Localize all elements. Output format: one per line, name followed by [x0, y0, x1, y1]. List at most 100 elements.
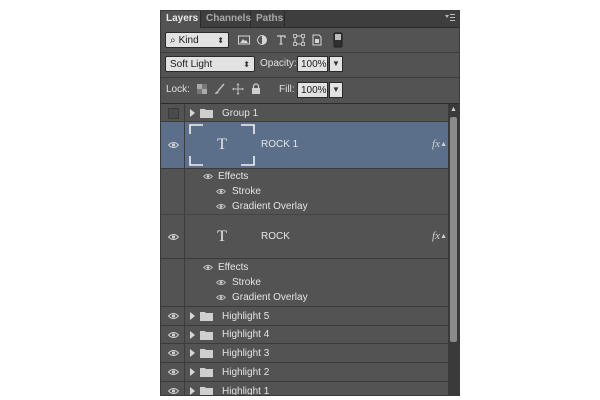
tab-paths[interactable]: Paths [251, 11, 285, 27]
visibility-cell[interactable] [161, 307, 185, 325]
chevron-updown-icon: ⬍ [217, 36, 224, 45]
effects-label: Effects [218, 171, 249, 182]
effect-stroke-row[interactable]: Stroke [185, 184, 448, 200]
eye-icon[interactable] [216, 294, 226, 301]
effects-block-rock-1: Effects Stroke Gradient Overlay [161, 169, 448, 215]
layer-name: ROCK [261, 231, 290, 242]
layer-row-highlight-4[interactable]: Highlight 4 [161, 326, 448, 344]
layer-thumbnail[interactable]: T [189, 124, 255, 166]
kind-label: Kind [178, 35, 199, 46]
lock-label: Lock: [166, 84, 190, 95]
eye-icon[interactable] [216, 203, 226, 210]
fx-icon[interactable]: fx [432, 138, 440, 150]
layer-row-rock[interactable]: T ROCK fx ▲ [161, 215, 448, 259]
fill-slider-button[interactable]: ▼ [329, 82, 343, 98]
visibility-cell[interactable] [161, 122, 185, 168]
blend-mode-dropdown[interactable]: Soft Light ⬍ [165, 56, 255, 72]
expand-triangle-icon[interactable] [190, 109, 195, 117]
image-filter-icon[interactable] [237, 33, 251, 47]
layers-scrollbar[interactable]: ▲ [448, 104, 459, 395]
effects-label: Effects [218, 262, 249, 273]
layer-name: Highlight 2 [222, 367, 270, 378]
layer-name: ROCK 1 [261, 139, 299, 150]
eye-icon[interactable] [168, 141, 179, 149]
chevron-updown-icon: ⬍ [243, 60, 250, 69]
opacity-input[interactable]: 100% [297, 56, 328, 72]
smart-object-filter-icon[interactable] [310, 33, 324, 47]
expand-triangle-icon[interactable] [190, 349, 195, 357]
effect-stroke-row[interactable]: Stroke [185, 275, 448, 291]
visibility-cell[interactable] [161, 344, 185, 362]
adjustment-filter-icon[interactable] [255, 33, 269, 47]
shape-filter-icon[interactable] [292, 33, 306, 47]
eye-icon[interactable] [168, 368, 179, 376]
kind-filter-dropdown[interactable]: ⌕ Kind ⬍ [165, 32, 229, 48]
opacity-label: Opacity: [260, 58, 297, 69]
layer-row-rock-1[interactable]: T ROCK 1 fx ▲ [161, 122, 448, 169]
layer-name: Highlight 3 [222, 348, 270, 359]
tab-layers[interactable]: Layers [161, 11, 201, 28]
blend-mode-value: Soft Light [170, 59, 213, 70]
filter-toggle-icon[interactable] [333, 32, 343, 48]
collapse-effects-icon[interactable]: ▲ [440, 141, 447, 148]
tab-channels[interactable]: Channels [201, 11, 251, 27]
visibility-cell[interactable] [161, 326, 185, 343]
eye-icon[interactable] [216, 279, 226, 286]
effect-gradient-overlay-row[interactable]: Gradient Overlay [185, 290, 448, 306]
filter-row: ⌕ Kind ⬍ [161, 28, 459, 53]
lock-all-icon[interactable] [250, 83, 262, 95]
layer-row-group-1[interactable]: Group 1 [161, 104, 448, 122]
lock-transparent-icon[interactable] [196, 83, 208, 95]
fill-input[interactable]: 100% [297, 82, 328, 98]
effect-name: Gradient Overlay [232, 292, 308, 303]
eye-icon[interactable] [203, 173, 213, 180]
visibility-cell[interactable] [161, 363, 185, 381]
visibility-cell[interactable] [161, 215, 185, 258]
fx-icon[interactable]: fx [432, 230, 440, 242]
visibility-cell[interactable] [161, 104, 185, 121]
eye-icon[interactable] [216, 188, 226, 195]
folder-icon [200, 312, 213, 321]
layers-panel: Layers Channels Paths ⌕ Kind ⬍ Soft Ligh… [160, 10, 460, 396]
layers-list: Group 1 T ROCK 1 fx ▲ Effects Stroke Gra… [161, 104, 448, 395]
lock-move-icon[interactable] [232, 83, 244, 95]
type-filter-icon[interactable] [274, 33, 288, 47]
visibility-cell[interactable] [161, 382, 185, 395]
expand-triangle-icon[interactable] [190, 331, 195, 339]
eye-icon[interactable] [168, 331, 179, 339]
layer-row-highlight-1[interactable]: Highlight 1 [161, 382, 448, 395]
panel-menu-icon[interactable] [445, 13, 455, 23]
effect-name: Stroke [232, 186, 261, 197]
eye-icon[interactable] [168, 387, 179, 395]
eye-icon[interactable] [168, 233, 179, 241]
effects-row[interactable]: Effects [185, 260, 448, 276]
expand-triangle-icon[interactable] [190, 368, 195, 376]
eye-icon[interactable] [168, 349, 179, 357]
visibility-off-icon[interactable] [168, 108, 179, 119]
blend-row: Soft Light ⬍ Opacity: 100% ▼ [161, 52, 459, 78]
eye-icon[interactable] [168, 312, 179, 320]
effects-row[interactable]: Effects [185, 169, 448, 185]
layer-name: Highlight 4 [222, 329, 270, 340]
effect-name: Stroke [232, 277, 261, 288]
thumbnail-selection-frame [189, 124, 255, 166]
eye-icon[interactable] [203, 264, 213, 271]
effect-gradient-overlay-row[interactable]: Gradient Overlay [185, 199, 448, 215]
folder-icon [200, 109, 213, 118]
layer-row-highlight-5[interactable]: Highlight 5 [161, 307, 448, 326]
collapse-effects-icon[interactable]: ▲ [440, 233, 447, 240]
scrollbar-thumb[interactable] [450, 117, 457, 342]
lock-paint-icon[interactable] [214, 83, 226, 95]
type-layer-glyph: T [217, 228, 227, 245]
layer-thumbnail[interactable]: T [189, 216, 255, 258]
opacity-slider-button[interactable]: ▼ [329, 56, 343, 72]
scroll-up-arrow-icon[interactable]: ▲ [448, 104, 459, 115]
layer-row-highlight-2[interactable]: Highlight 2 [161, 363, 448, 382]
expand-triangle-icon[interactable] [190, 312, 195, 320]
layer-row-highlight-3[interactable]: Highlight 3 [161, 344, 448, 363]
panel-tab-bar: Layers Channels Paths [161, 11, 459, 28]
expand-triangle-icon[interactable] [190, 387, 195, 395]
fill-label: Fill: [279, 84, 295, 95]
chevron-down-icon: ▼ [332, 85, 340, 94]
chevron-down-icon: ▼ [332, 59, 340, 68]
